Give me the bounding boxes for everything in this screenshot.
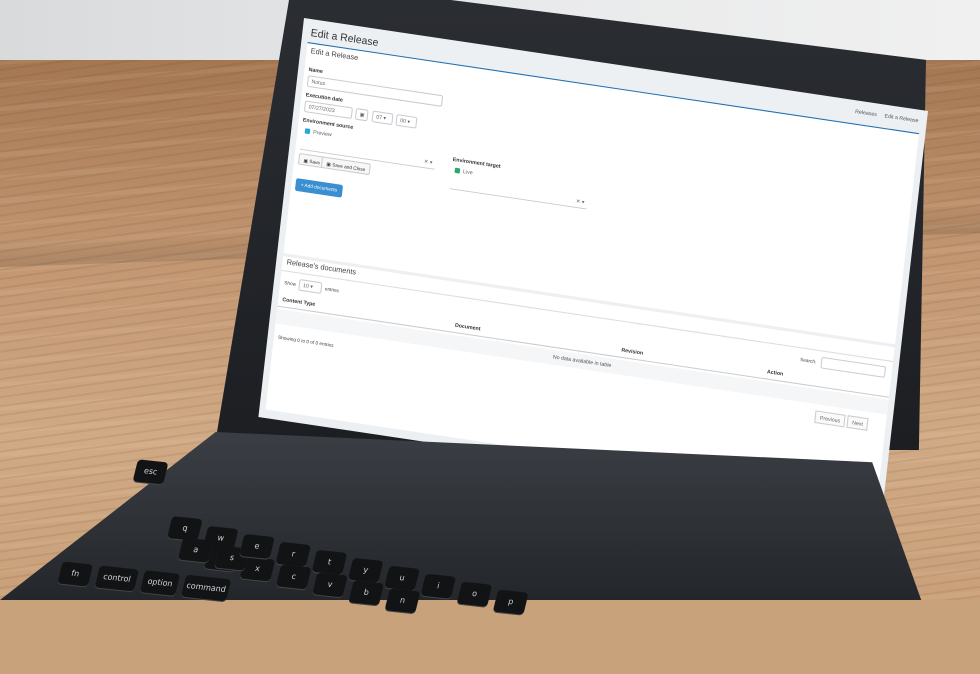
key-n[interactable]: n (384, 588, 421, 614)
env-source-value: Preview (312, 129, 332, 139)
table-info: Showing 0 to 0 of 0 entries (277, 334, 334, 349)
key-c[interactable]: c (275, 564, 312, 590)
key-esc[interactable]: esc (132, 459, 169, 485)
save-label: Save (309, 158, 321, 166)
column-action: Action (766, 368, 784, 378)
env-target-value: Live (462, 168, 473, 177)
calendar-icon[interactable]: ▣ (354, 107, 369, 122)
key-r[interactable]: r (275, 541, 312, 567)
search-label: Search: (799, 356, 817, 365)
column-revision[interactable]: Revision (621, 347, 643, 357)
key-b[interactable]: b (348, 580, 385, 606)
show-label: Show (284, 279, 297, 287)
key-fn[interactable]: fn (57, 561, 94, 587)
key-v[interactable]: v (312, 572, 348, 598)
key-t[interactable]: t (311, 549, 348, 575)
entries-select[interactable]: 10 ▾ (298, 278, 323, 294)
hour-select[interactable]: 07 ▾ (371, 110, 394, 126)
key-y[interactable]: y (347, 557, 384, 583)
preview-chip-icon (304, 128, 311, 135)
key-u[interactable]: u (384, 565, 420, 591)
date-input[interactable]: 07/27/2023 (303, 100, 353, 120)
key-i[interactable]: i (420, 573, 457, 599)
next-button[interactable]: Next (846, 415, 869, 431)
name-label: Name (308, 66, 324, 76)
entries-count: 10 (302, 282, 310, 290)
name-input[interactable]: Notus (306, 75, 444, 107)
key-option[interactable]: option (139, 570, 181, 596)
breadcrumb-item-current: Edit a Release (884, 113, 919, 125)
search-input[interactable] (820, 356, 887, 378)
previous-button[interactable]: Previous (814, 410, 847, 428)
minute-value: 00 (399, 117, 407, 125)
key-a[interactable]: a (177, 537, 214, 563)
minute-select[interactable]: 00 ▾ (395, 114, 418, 129)
key-e[interactable]: e (239, 533, 275, 560)
key-control[interactable]: control (94, 565, 140, 592)
add-documents-button[interactable]: + Add documents (294, 178, 343, 198)
save-close-label: Save and Close (331, 162, 366, 173)
column-document[interactable]: Document (455, 322, 481, 332)
key-p[interactable]: p (492, 589, 529, 615)
breadcrumb-item-releases[interactable]: Releases (855, 109, 877, 119)
key-command[interactable]: command (180, 574, 232, 602)
breadcrumb: Releases Edit a Release (849, 108, 919, 125)
entries-label: entries (324, 285, 340, 294)
live-chip-icon (454, 167, 461, 174)
key-o[interactable]: o (456, 581, 493, 607)
panel-title: Edit a Release (310, 47, 359, 63)
hour-value: 07 (375, 114, 383, 122)
